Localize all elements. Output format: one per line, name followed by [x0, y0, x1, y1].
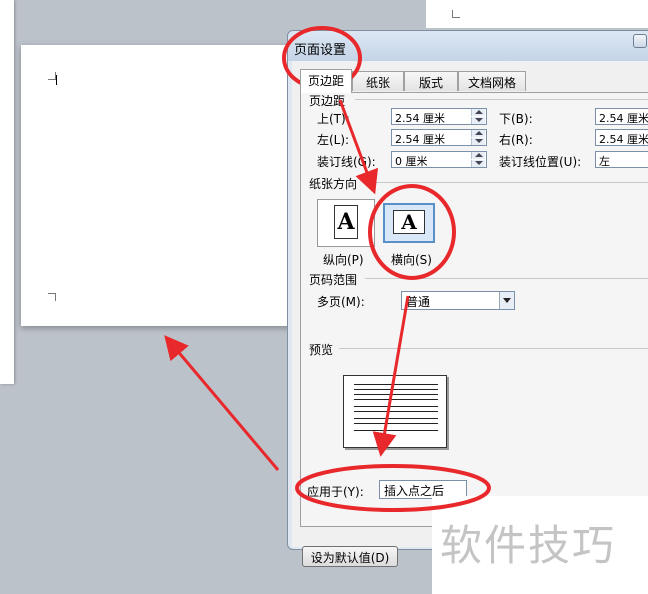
gutter-position-select[interactable]: 左: [595, 151, 648, 168]
chevron-down-icon[interactable]: [499, 292, 514, 309]
margins-section-title: 页边距: [309, 94, 346, 108]
apply-to-label: 应用于(Y):: [307, 485, 364, 499]
top-margin-label: 上(T):: [317, 112, 350, 126]
preview-line: [354, 384, 438, 385]
pages-section-title: 页码范围: [309, 273, 358, 287]
preview-line: [354, 411, 438, 412]
portrait-label: 纵向(P): [323, 253, 364, 267]
watermark-text: 软件技巧: [440, 521, 617, 570]
set-default-button[interactable]: 设为默认值(D): [302, 546, 398, 567]
document-page-left: [0, 0, 14, 384]
separator: [339, 348, 648, 349]
document-page-top: [426, 0, 648, 28]
spin-down-icon[interactable]: [471, 138, 485, 145]
spin-up-icon[interactable]: [471, 109, 485, 116]
document-page-main[interactable]: [21, 45, 293, 326]
spin-up-icon[interactable]: [471, 152, 485, 159]
spin-down-icon[interactable]: [471, 160, 485, 167]
crop-mark: [48, 72, 56, 80]
tab-doc-grid[interactable]: 文档网格: [458, 71, 526, 91]
tab-paper[interactable]: 纸张: [352, 71, 404, 91]
page-setup-dialog: 页面设置 页边距 纸张 版式 文档网格 页边距 上(T): 2.54 厘米 下(…: [287, 30, 648, 567]
left-margin-label: 左(L):: [317, 133, 350, 147]
crop-mark: [48, 293, 56, 301]
gutter-position-label: 装订线位置(U):: [499, 155, 582, 169]
spin-down-icon[interactable]: [471, 117, 485, 124]
landscape-label: 横向(S): [391, 253, 432, 267]
crop-mark: [452, 10, 460, 18]
separator: [365, 182, 648, 183]
landscape-option[interactable]: A: [383, 203, 435, 243]
annotation-arrow-page: [164, 335, 280, 471]
gutter-spinner[interactable]: [471, 152, 485, 167]
preview-section-title: 预览: [309, 343, 334, 357]
right-margin-label: 右(R):: [499, 133, 533, 147]
gutter-label: 装订线(G):: [317, 155, 376, 169]
dialog-title: 页面设置: [294, 43, 347, 58]
tab-panel-margins: 页边距 上(T): 2.54 厘米 下(B): 2.54 厘米 左(L): 2.…: [300, 92, 648, 527]
portrait-page-icon: A: [334, 205, 358, 239]
preview-line: [354, 399, 438, 400]
multiple-pages-select[interactable]: 普通: [401, 291, 515, 310]
text-caret: [56, 75, 57, 85]
orientation-section-title: 纸张方向: [309, 177, 358, 191]
preview-line: [354, 430, 438, 431]
dialog-body: 页边距 纸张 版式 文档网格 页边距 上(T): 2.54 厘米 下(B): 2…: [292, 61, 648, 567]
close-button[interactable]: [633, 34, 647, 48]
preview-line: [354, 406, 438, 407]
portrait-option[interactable]: A: [317, 199, 375, 247]
preview-line: [354, 418, 438, 419]
tab-layout[interactable]: 版式: [404, 71, 458, 91]
landscape-page-icon: A: [393, 210, 425, 234]
preview-page: [343, 375, 447, 448]
left-margin-spinner[interactable]: [471, 130, 485, 145]
preview-line: [354, 394, 438, 395]
bottom-margin-input[interactable]: 2.54 厘米: [595, 108, 648, 125]
spin-up-icon[interactable]: [471, 130, 485, 137]
tab-margins[interactable]: 页边距: [300, 69, 352, 93]
preview-line: [354, 423, 438, 424]
right-margin-input[interactable]: 2.54 厘米: [595, 129, 648, 146]
preview-line: [354, 389, 438, 390]
bottom-margin-label: 下(B):: [499, 112, 533, 126]
dialog-titlebar[interactable]: 页面设置: [288, 31, 648, 61]
separator: [355, 99, 648, 100]
separator: [365, 278, 648, 279]
top-margin-spinner[interactable]: [471, 109, 485, 124]
multiple-pages-label: 多页(M):: [317, 295, 365, 309]
